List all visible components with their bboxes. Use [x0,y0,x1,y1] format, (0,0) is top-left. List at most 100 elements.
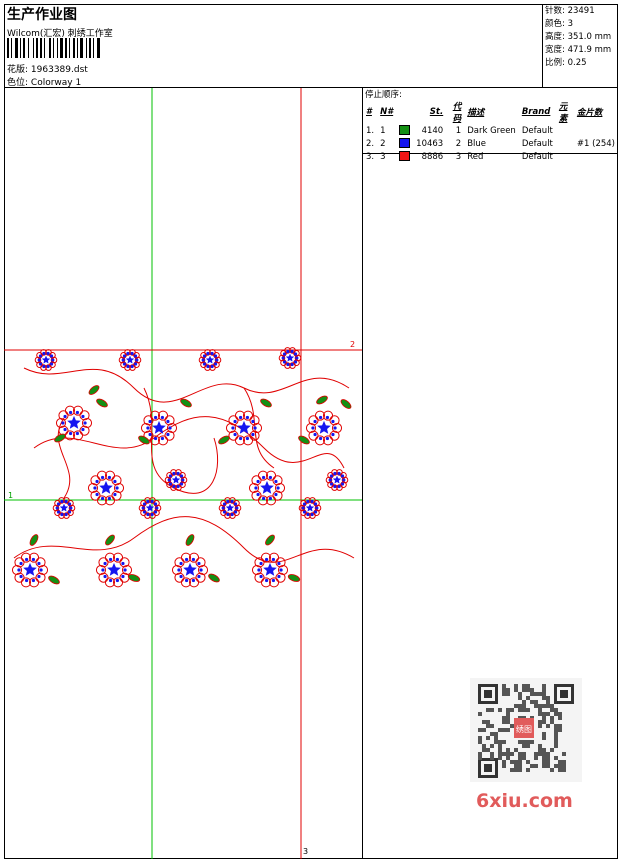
cell-brand: Default [521,138,553,149]
col-sequins: 金片数 [576,108,603,118]
leaf-motif [127,574,141,582]
cell-n: 1 [380,125,386,136]
cell-stitches: 4140 [421,125,444,136]
leaf-motif [185,534,195,546]
cell-brand: Default [521,125,553,136]
col-stitches: St. [429,107,444,117]
stat-width: 宽度: 471.9 mm [545,45,612,55]
colorway-line: 色位: Colorway 1 [7,75,81,88]
watermark-site: 6xiu.com [476,790,573,812]
leaf-motif [48,575,60,585]
col-num: # [366,107,372,117]
cell-code: 2 [455,138,462,149]
cell-swatch [396,124,413,137]
stop-sequence-title: 停止顺序: [365,90,402,100]
cell-sequins: #1 (254) [576,138,615,149]
vine-stitch [243,387,275,469]
cell-num: 2. [366,138,375,149]
qr-code: 绣图 [470,678,582,782]
flower-motif [95,552,133,588]
flower-motif [11,552,49,588]
stop-sequence-table: # N# St. 代码 描述 Brand 元素 金片数 1. 1 4140 1 Dark… [363,100,618,163]
flower-motif [118,349,142,371]
leaf-motif [88,385,100,395]
stat-colors: 颜色: 3 [545,19,573,29]
cell-n: 2 [380,138,386,149]
cell-brand: Default [521,151,553,162]
leaf-motif [96,398,108,408]
header: 生产作业图 Wilcom(汇宏) 刺绣工作室 花版: 1963389.dst 色… [4,4,618,88]
design-label: 花版: [7,65,29,75]
leaf-motif [340,399,352,409]
flower-motif [248,470,286,506]
vine-stitch [13,516,355,563]
cell-element [556,150,574,163]
cell-code: 3 [455,151,462,162]
leaf-motif [218,435,230,445]
cell-swatch [396,150,413,163]
vine-stitch [23,367,350,403]
flower-motif [218,497,242,519]
stat-scale: 比例: 0.25 [545,58,587,68]
design-value: 1963389.dst [30,65,88,75]
colorway-label: 色位: [7,78,29,88]
flower-motif [305,410,343,446]
colorway-value: Colorway 1 [30,78,82,88]
flower-motif [164,469,188,491]
color-swatch [399,138,411,149]
flower-motif [198,349,222,371]
cell-desc: Blue [467,138,487,149]
col-desc: 描述 [467,108,485,118]
col-n: N# [380,107,394,117]
cell-code: 1 [455,125,462,136]
flower-motif [138,497,162,519]
cell-stitches: 8886 [421,151,444,162]
leaf-motif [265,534,275,546]
cell-sequins [574,150,618,163]
cell-swatch [396,137,413,150]
leaf-motif [29,534,39,546]
cell-num: 3. [366,151,375,162]
embroidery-design: 1 2 3 [4,88,362,859]
cell-desc: Red [467,151,484,162]
table-header-row: # N# St. 代码 描述 Brand 元素 金片数 [363,100,618,124]
stat-height: 高度: 351.0 mm [545,32,612,42]
table-row: 2. 2 10463 2 Blue Default #1 (254) [363,137,618,150]
leaf-motif [287,574,301,582]
table-row: 1. 1 4140 1 Dark Green Default [363,124,618,137]
vine-stitch [33,416,345,469]
col-brand: Brand [521,107,551,117]
guide-marker-1: 1 [8,491,13,500]
leaf-motif [208,573,220,583]
flower-motif [87,470,125,506]
embroidery-canvas: 1 2 3 [4,88,363,859]
leaf-motif [180,398,192,408]
flower-motif [171,552,209,588]
flower-motif [278,347,302,369]
page-title: 生产作业图 [7,7,77,23]
cell-desc: Dark Green [467,125,516,136]
leaf-motif [316,395,328,405]
stop-sequence-panel: 停止顺序: # N# St. 代码 描述 Brand 元素 金片数 1. 1 414… [363,88,618,162]
cell-stitches: 10463 [416,138,444,149]
leaf-motif [105,534,115,546]
leaf-motif [260,398,272,408]
cell-num: 1. [366,125,375,136]
flower-motif [251,552,289,588]
flower-motif [225,410,263,446]
cell-element [556,137,574,150]
guide-marker-3: 3 [303,847,308,856]
flower-motif [325,469,349,491]
cell-element [556,124,574,137]
stats-panel: 针数: 23491 颜色: 3 高度: 351.0 mm 宽度: 471.9 m… [542,4,618,88]
col-code: 代码 [452,102,462,124]
flower-motif [52,497,76,519]
flower-motif [298,497,322,519]
table-row: 3. 3 8886 3 Red Default [363,150,618,163]
cell-n: 3 [380,151,386,162]
qr-badge-text: 绣图 [516,724,532,734]
cell-sequins [574,124,618,137]
col-element: 元素 [558,102,568,124]
guide-marker-2: 2 [350,340,355,349]
color-swatch [399,151,411,162]
